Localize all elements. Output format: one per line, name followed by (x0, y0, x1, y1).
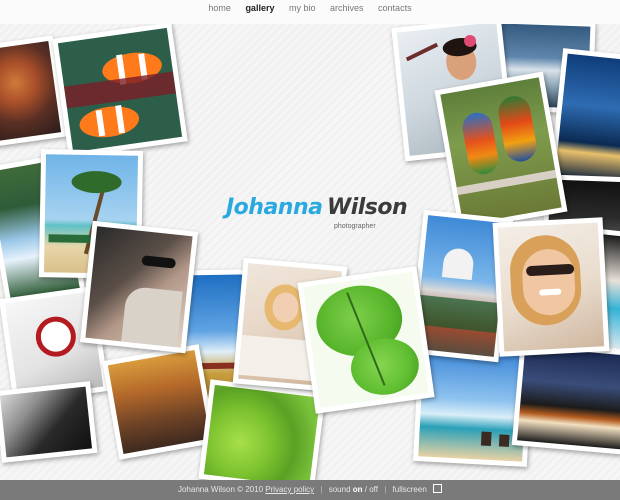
photo-woman-sunglasses[interactable] (79, 220, 199, 354)
nav-contacts[interactable]: contacts (378, 3, 412, 13)
photo-woman-black-dress[interactable] (0, 381, 98, 463)
main-nav: home gallery my bio archives contacts (0, 3, 620, 13)
logo-subtitle: photographer (334, 223, 376, 230)
footer-separator-2: | (384, 485, 387, 494)
footer-separator: | (320, 485, 323, 494)
photo-golden-bridge[interactable] (102, 344, 216, 460)
photo-city-night-traffic[interactable] (511, 341, 620, 455)
photo-green-leaf[interactable] (297, 266, 435, 414)
footer-bar: Johanna Wilson © 2010 Privacy policy | s… (0, 480, 620, 500)
footer-copyright: Johanna Wilson © 2010 (177, 485, 264, 494)
nav-my-bio[interactable]: my bio (289, 3, 316, 13)
photo-green-leaves[interactable] (198, 379, 326, 493)
fullscreen-link[interactable]: fullscreen (393, 485, 427, 494)
nav-home[interactable]: home (208, 3, 231, 13)
gallery-stage: home gallery my bio archives contacts Jo… (0, 0, 620, 500)
nav-gallery[interactable]: gallery (245, 3, 274, 13)
nav-archives[interactable]: archives (330, 3, 364, 13)
sound-on-toggle[interactable]: on (353, 485, 363, 494)
logo-last-name: Wilson (326, 195, 408, 220)
sound-slash: / (364, 485, 367, 494)
site-logo: Johanna Wilson photographer (226, 195, 408, 230)
photo-woman-smiling[interactable] (492, 217, 610, 357)
privacy-policy-link[interactable]: Privacy policy (265, 485, 314, 494)
photo-clownfish[interactable] (52, 22, 188, 158)
top-bar: home gallery my bio archives contacts (0, 0, 620, 24)
logo-first-name: Johanna (226, 195, 323, 220)
fullscreen-icon[interactable] (433, 484, 443, 493)
sound-label: sound (328, 485, 351, 494)
sound-off-toggle[interactable]: off (369, 485, 378, 494)
